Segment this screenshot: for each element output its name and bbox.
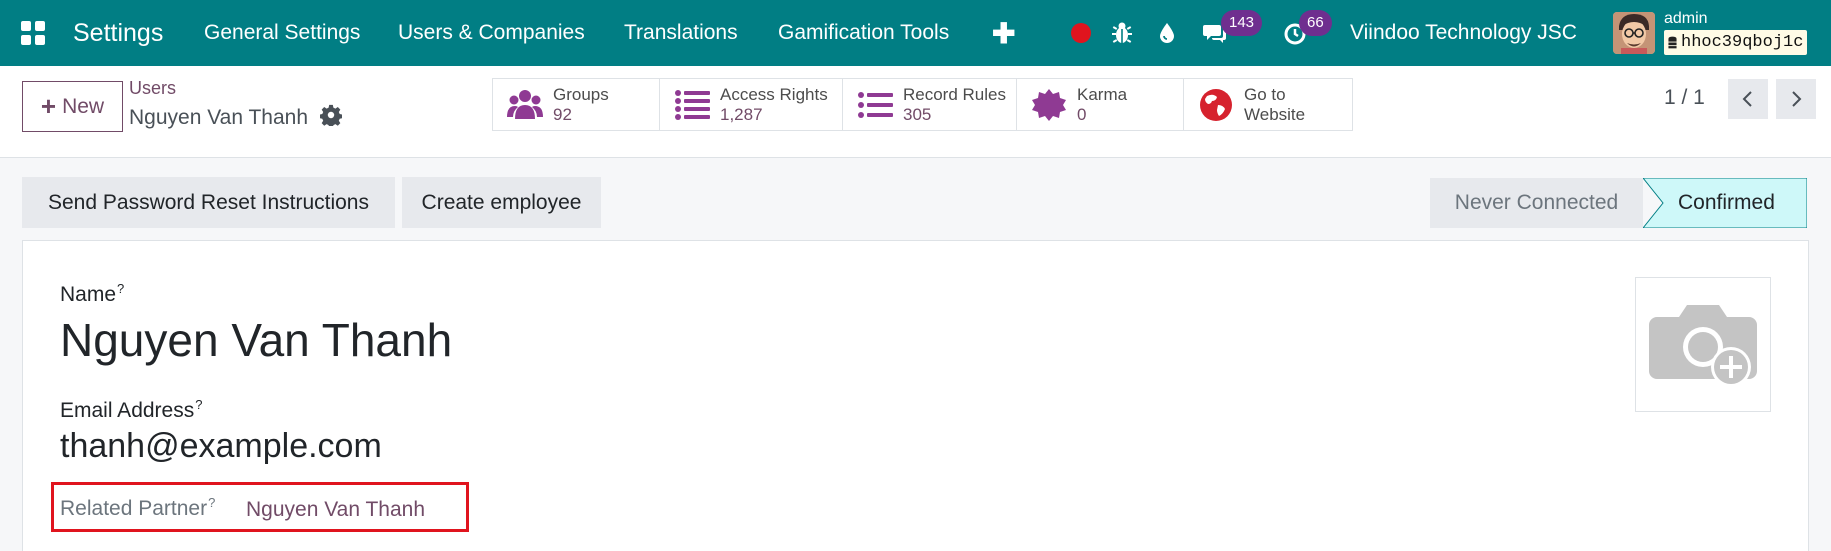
company-switcher[interactable]: Viindoo Technology JSC [1350,0,1577,66]
database-name-badge: hhoc39qboj1c [1664,30,1808,55]
send-password-reset-button[interactable]: Send Password Reset Instructions [22,177,395,228]
karma-value: 0 [1077,104,1087,124]
go-to-website-smart-button[interactable]: Go to Website [1184,79,1352,130]
pager-value[interactable]: 1 / 1 [1664,86,1705,110]
menu-translations[interactable]: Translations [624,0,738,66]
smart-buttons: Groups 92 Access Rights 1,287 Record Rul… [492,78,1353,131]
name-field-label: Name? [60,281,124,307]
name-label-text: Name [60,283,117,306]
globe-icon [1200,88,1232,121]
pager-next-button[interactable] [1776,79,1816,119]
related-partner-label: Related Partner? [60,495,215,521]
control-panel: + New Users Nguyen Van Thanh Groups 92 A… [0,66,1831,158]
website-label: Website [1244,104,1306,124]
plus-menu-icon[interactable]: ✚ [992,0,1015,66]
groups-value: 92 [553,104,572,124]
recording-dot-icon[interactable] [1066,0,1096,66]
debug-bug-icon[interactable] [1107,0,1137,66]
go-to-label: Go to [1244,84,1286,104]
related-partner-label-text: Related Partner [60,497,208,520]
breadcrumb-users-link[interactable]: Users [129,78,176,99]
email-field-label: Email Address? [60,397,202,423]
top-navbar: Settings General Settings Users & Compan… [0,0,1831,66]
new-button-label: New [62,94,105,118]
menu-gamification-tools[interactable]: Gamification Tools [778,0,949,66]
groups-smart-button[interactable]: Groups 92 [493,79,660,130]
record-rules-smart-button[interactable]: Record Rules 305 [843,79,1017,130]
record-name-text: Nguyen Van Thanh [129,106,309,129]
access-rights-smart-button[interactable]: Access Rights 1,287 [660,79,843,130]
menu-general-settings[interactable]: General Settings [204,0,360,66]
add-photo-camera-icon [1649,304,1757,387]
karma-smart-button[interactable]: Karma 0 [1017,79,1184,130]
related-partner-link[interactable]: Nguyen Van Thanh [246,498,425,522]
list-icon [675,89,710,120]
record-rules-label: Record Rules [903,84,1006,104]
database-name-text: hhoc39qboj1c [1681,33,1804,52]
groups-label: Groups [553,84,609,104]
gear-icon[interactable] [319,104,343,132]
messages-count-badge: 143 [1221,10,1263,36]
email-label-text: Email Address [60,399,195,422]
help-tooltip-icon[interactable]: ? [195,397,202,412]
activities-count-badge: 66 [1299,10,1332,36]
chevron-right-icon [1792,91,1802,107]
stage-never-connected[interactable]: Never Connected [1430,178,1643,228]
help-tooltip-icon[interactable]: ? [117,281,124,296]
access-rights-value: 1,287 [720,104,763,124]
help-tooltip-icon[interactable]: ? [208,495,215,510]
new-button[interactable]: + New [22,81,123,132]
chevron-left-icon [1742,91,1752,107]
apps-menu-icon[interactable] [20,0,46,66]
badge-icon [1032,88,1066,121]
pager-previous-button[interactable] [1728,79,1768,119]
app-brand[interactable]: Settings [73,0,163,66]
breadcrumb-current-record: Nguyen Van Thanh [129,104,343,132]
list-icon [858,91,893,118]
users-icon [507,89,543,119]
name-field[interactable]: Nguyen Van Thanh [60,313,452,367]
karma-label: Karma [1077,84,1128,104]
user-photo-upload[interactable] [1635,277,1771,412]
stage-confirmed-label: Confirmed [1678,191,1775,214]
menu-users-companies[interactable]: Users & Companies [398,0,585,66]
form-sheet: Name? Nguyen Van Thanh Email Address? th… [22,240,1809,551]
plus-icon: + [40,91,57,121]
theme-drop-icon[interactable] [1152,0,1182,66]
record-rules-value: 305 [903,104,932,124]
stage-confirmed[interactable]: Confirmed [1643,178,1807,228]
user-menu-name[interactable]: admin [1664,8,1708,30]
user-avatar[interactable] [1613,12,1655,54]
access-rights-label: Access Rights [720,84,828,104]
create-employee-button[interactable]: Create employee [402,177,601,228]
email-field[interactable]: thanh@example.com [60,427,382,466]
